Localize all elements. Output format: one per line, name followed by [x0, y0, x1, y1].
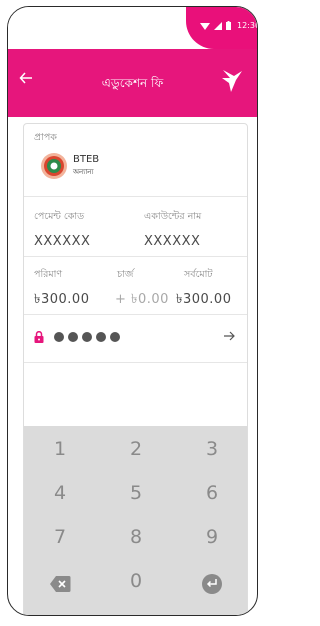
account-name-value: XXXXXX: [144, 234, 201, 249]
backspace-icon: [50, 576, 71, 592]
bird-logo-icon: [222, 70, 242, 92]
charge-label: চার্জ: [117, 269, 134, 280]
pin-dot: [110, 332, 120, 342]
enter-icon: [202, 574, 222, 594]
bteb-logo-icon: [41, 153, 67, 179]
battery-icon: [226, 21, 231, 30]
arrow-right-icon[interactable]: [223, 330, 235, 342]
divider: [24, 256, 247, 257]
pin-input[interactable]: [24, 316, 247, 358]
charge-value: + ৳0.00: [115, 292, 169, 307]
payment-card: প্রাপক BTEB অন্যান্য পেমেন্ট কোড XXXXXX …: [23, 123, 248, 615]
account-name-label: একাউন্টের নাম: [144, 211, 202, 222]
recipient-subtitle: অন্যান্য: [73, 168, 94, 176]
recipient: BTEB অন্যান্য: [40, 152, 99, 180]
recipient-name: BTEB: [73, 154, 100, 165]
amount-label: পরিমাণ: [34, 269, 63, 280]
key-3[interactable]: 3: [182, 438, 242, 460]
total-value: ৳300.00: [176, 292, 232, 307]
key-0[interactable]: 0: [106, 570, 166, 592]
pin-dots: [54, 332, 120, 342]
pin-dot: [82, 332, 92, 342]
key-5[interactable]: 5: [106, 482, 166, 504]
divider: [24, 196, 247, 197]
status-time: 12:30: [237, 21, 258, 30]
app-bar: এডুকেশন ফি: [8, 49, 257, 117]
signal-icon: [214, 21, 222, 30]
enter-key[interactable]: [182, 572, 242, 596]
total-label: সর্বমোট: [184, 269, 213, 280]
divider: [24, 314, 247, 315]
page-title: এডুকেশন ফি: [101, 76, 164, 90]
payment-code-value: XXXXXX: [34, 234, 91, 249]
pin-dot: [54, 332, 64, 342]
wifi-icon: [200, 22, 210, 30]
key-2[interactable]: 2: [106, 438, 166, 460]
backspace-key[interactable]: [30, 572, 90, 596]
key-9[interactable]: 9: [182, 526, 242, 548]
lock-icon: [34, 331, 44, 343]
pin-dot: [68, 332, 78, 342]
key-7[interactable]: 7: [30, 526, 90, 548]
divider: [24, 362, 247, 363]
pin-dot: [96, 332, 106, 342]
key-4[interactable]: 4: [30, 482, 90, 504]
status-bar: 12:30: [8, 7, 257, 49]
amount-value: ৳300.00: [34, 292, 90, 307]
phone-frame: 12:30 এডুকেশন ফি প্রাপক BTEB অন্যান্য পে…: [7, 6, 258, 616]
payment-code-label: পেমেন্ট কোড: [34, 211, 85, 222]
status-pill: 12:30: [186, 7, 258, 49]
key-8[interactable]: 8: [106, 526, 166, 548]
receiver-label: প্রাপক: [34, 132, 57, 143]
key-1[interactable]: 1: [30, 438, 90, 460]
numeric-keypad: 1 2 3 4 5 6 7 8 9 0: [24, 426, 247, 615]
key-6[interactable]: 6: [182, 482, 242, 504]
